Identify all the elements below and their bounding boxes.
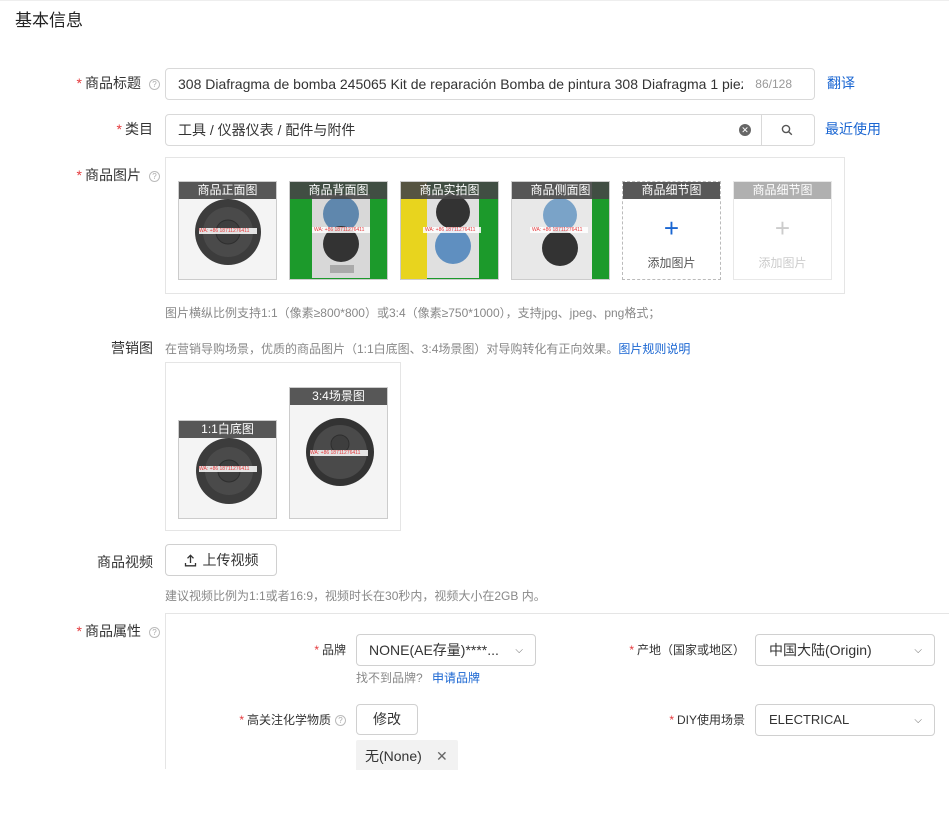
origin-label: * 产地（国家或地区） <box>600 641 745 658</box>
chemical-label: * 高关注化学物质? <box>200 711 346 728</box>
modify-button[interactable]: 修改 <box>356 704 418 735</box>
video-label: 商品视频 <box>97 554 153 570</box>
help-icon[interactable]: ? <box>149 79 160 90</box>
image-slot-caption: 商品背面图 <box>290 182 387 199</box>
marketing-slot-white-bg[interactable]: 1:1白底图 WA: +86 18711276411 <box>178 420 277 519</box>
category-label-text: 类目 <box>125 121 153 137</box>
chevron-down-icon: ⌵ <box>914 715 922 726</box>
brand-not-found-text: 找不到品牌? <box>356 671 423 685</box>
help-icon[interactable]: ? <box>335 715 346 726</box>
category-label: * 类目 <box>60 119 153 139</box>
required-mark: * <box>669 713 674 727</box>
add-image-label: 添加图片 <box>647 256 696 270</box>
bottom-blank <box>0 770 949 836</box>
image-rules-link[interactable]: 图片规则说明 <box>618 342 690 356</box>
search-icon <box>781 124 793 136</box>
required-mark: * <box>116 121 122 137</box>
plus-icon: + <box>774 213 791 243</box>
watermark: WA: +86 18711276411 <box>314 227 365 233</box>
title-input[interactable]: 308 Diafragma de bomba 245065 Kit de rep… <box>165 68 815 100</box>
plus-icon: + <box>663 213 680 243</box>
image-slot-caption: 商品细节图 <box>623 182 720 199</box>
image-slot-caption: 商品侧面图 <box>512 182 609 199</box>
watermark: WA: +86 18711276411 <box>199 466 250 472</box>
marketing-label: 营销图 <box>111 340 153 356</box>
brand-select-value: NONE(AE存量)****... <box>369 642 499 658</box>
image-slot-caption: 1:1白底图 <box>179 421 276 438</box>
required-mark: * <box>629 643 634 657</box>
image-slot-real-shot[interactable]: 商品实拍图 WA: +86 18711276411 <box>400 181 499 280</box>
diy-label: * DIY使用场景 <box>640 711 745 728</box>
apply-brand-link[interactable]: 申请品牌 <box>432 671 480 685</box>
chevron-down-icon: ⌵ <box>515 645 523 656</box>
marketing-hint-text: 在营销导购场景，优质的商品图片（1:1白底图、3:4场景图）对导购转化有正向效果… <box>165 342 619 356</box>
upload-icon <box>184 554 196 567</box>
section-title: 基本信息 <box>15 11 83 30</box>
help-icon[interactable]: ? <box>149 171 160 182</box>
upload-video-label: 上传视频 <box>202 552 259 568</box>
category-input[interactable]: 工具 / 仪器仪表 / 配件与附件 ✕ <box>165 114 815 146</box>
required-mark: * <box>76 623 82 639</box>
required-mark: * <box>76 75 82 91</box>
diy-label-text: DIY使用场景 <box>676 713 745 727</box>
images-hint: 图片横纵比例支持1:1（像素≥800*800）或3:4（像素≥750*1000）… <box>165 306 661 320</box>
video-hint: 建议视频比例为1:1或者16:9，视频时长在30秒内，视频大小在2GB 内。 <box>165 589 546 603</box>
required-mark: * <box>314 643 319 657</box>
upload-video-button[interactable]: 上传视频 <box>165 544 277 576</box>
chemical-label-text: 高关注化学物质 <box>246 713 331 727</box>
image-slot-back[interactable]: 商品背面图 WA: +86 18711276411 <box>289 181 388 280</box>
diy-select-value: ELECTRICAL <box>769 712 850 727</box>
brand-not-found: 找不到品牌? 申请品牌 <box>356 669 480 686</box>
title-input-value: 308 Diafragma de bomba 245065 Kit de rep… <box>178 76 743 92</box>
chevron-down-icon: ⌵ <box>914 645 922 656</box>
brand-label-text: 品牌 <box>321 643 346 657</box>
add-image-label: 添加图片 <box>758 256 807 270</box>
image-slot-caption: 商品正面图 <box>179 182 276 199</box>
brand-label: * 品牌 <box>240 641 346 658</box>
marketing-hint: 在营销导购场景，优质的商品图片（1:1白底图、3:4场景图）对导购转化有正向效果… <box>165 340 690 357</box>
marketing-slot-scene[interactable]: 3:4场景图 WA: +86 18711276411 <box>289 387 388 519</box>
chemical-tag-label: 无(None) <box>365 748 422 764</box>
watermark: WA: +86 18711276411 <box>199 228 250 234</box>
image-slot-detail-disabled: 商品细节图 + 添加图片 <box>733 181 832 280</box>
top-divider <box>0 0 949 1</box>
chemical-tag: 无(None) ✕ <box>356 740 458 772</box>
image-slot-detail-add[interactable]: 商品细节图 + 添加图片 <box>622 181 721 280</box>
images-label-text: 商品图片 <box>85 167 141 183</box>
image-slot-caption: 商品实拍图 <box>401 182 498 199</box>
brand-select[interactable]: NONE(AE存量)****... ⌵ <box>356 634 536 666</box>
images-label: * 商品图片? <box>60 165 160 185</box>
category-input-value: 工具 / 仪器仪表 / 配件与附件 <box>178 122 356 138</box>
attributes-label: * 商品属性? <box>60 621 160 641</box>
required-mark: * <box>76 167 82 183</box>
origin-label-text: 产地（国家或地区） <box>636 643 745 657</box>
title-label: * 商品标题? <box>60 73 160 93</box>
diy-select[interactable]: ELECTRICAL ⌵ <box>755 704 935 736</box>
image-slot-caption: 3:4场景图 <box>290 388 387 405</box>
translate-link[interactable]: 翻译 <box>827 73 855 93</box>
required-mark: * <box>239 713 244 727</box>
image-slot-caption: 商品细节图 <box>734 182 831 199</box>
clear-icon[interactable]: ✕ <box>739 124 751 136</box>
watermark: WA: +86 18711276411 <box>310 450 361 456</box>
image-slot-front[interactable]: 商品正面图 WA: +86 18711276411 <box>178 181 277 280</box>
origin-select-value: 中国大陆(Origin) <box>769 642 872 658</box>
title-char-counter: 86/128 <box>755 77 792 91</box>
image-slot-side[interactable]: 商品侧面图 WA: +86 18711276411 <box>511 181 610 280</box>
attributes-label-text: 商品属性 <box>85 623 141 639</box>
close-icon[interactable]: ✕ <box>436 740 448 772</box>
recent-used-link[interactable]: 最近使用 <box>825 119 881 139</box>
watermark: WA: +86 18711276411 <box>425 227 476 233</box>
search-button[interactable] <box>762 115 814 145</box>
title-label-text: 商品标题 <box>85 75 141 91</box>
help-icon[interactable]: ? <box>149 627 160 638</box>
origin-select[interactable]: 中国大陆(Origin) ⌵ <box>755 634 935 666</box>
watermark: WA: +86 18711276411 <box>532 227 583 233</box>
